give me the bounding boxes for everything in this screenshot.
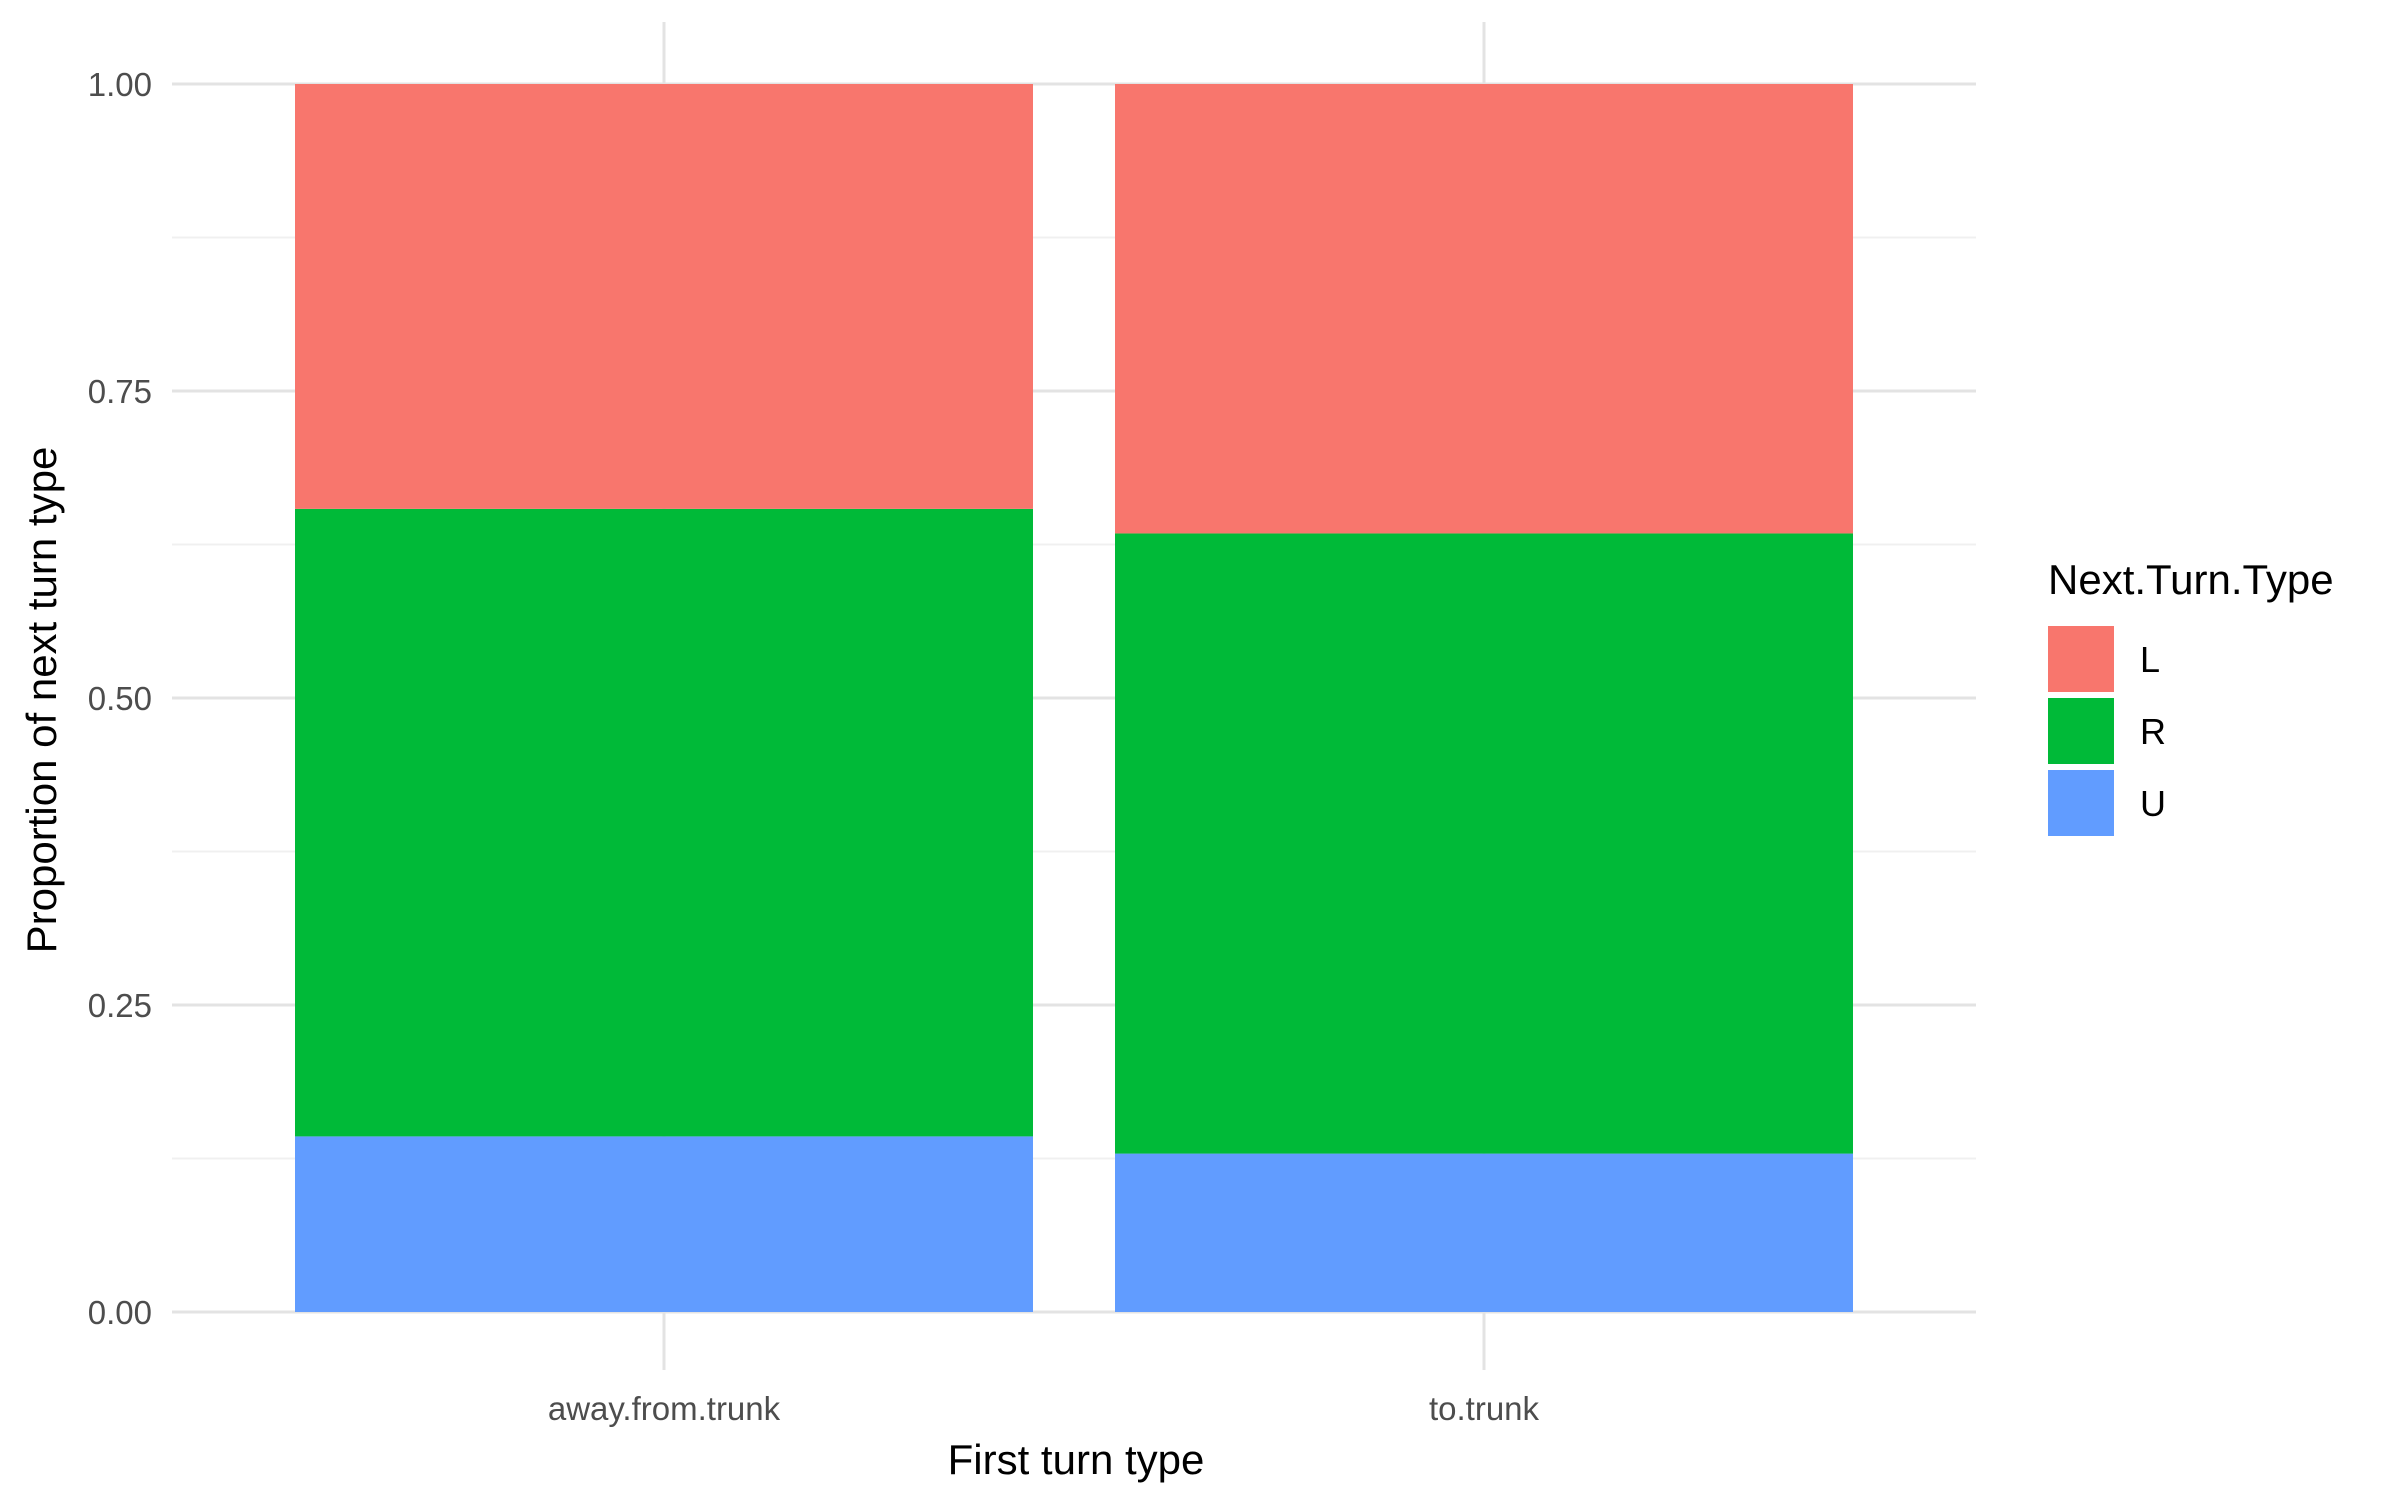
legend-items: LRU [2048,626,2166,836]
legend-key-U [2048,770,2114,836]
legend-title: Next.Turn.Type [2048,556,2334,603]
y-tick-label: 0.50 [88,680,152,717]
legend-label-U: U [2140,783,2166,824]
bar-U-away.from.trunk [295,1136,1033,1312]
y-tick-label: 0.75 [88,373,152,410]
stacked-bar-chart: 0.00 0.25 0.50 0.75 1.00 away.from.trunk to.t… [18,22,2334,1483]
x-tick-label: away.from.trunk [548,1390,781,1427]
bar-L-away.from.trunk [295,84,1033,509]
y-tick-label: 1.00 [88,66,152,103]
x-axis-title: First turn type [948,1436,1205,1483]
bar-U-to.trunk [1115,1153,1853,1312]
legend-key-L [2048,626,2114,692]
x-axis-ticks: away.from.trunk to.trunk [548,1390,1540,1427]
bar-L-to.trunk [1115,84,1853,534]
bar-R-to.trunk [1115,533,1853,1154]
legend: Next.Turn.Type LRU [2048,556,2334,836]
y-tick-label: 0.25 [88,987,152,1024]
bar-R-away.from.trunk [295,508,1033,1137]
legend-key-R [2048,698,2114,764]
legend-label-L: L [2140,639,2160,680]
legend-label-R: R [2140,711,2166,752]
y-axis-ticks: 0.00 0.25 0.50 0.75 1.00 [88,66,152,1331]
y-tick-label: 0.00 [88,1294,152,1331]
y-axis-title: Proportion of next turn type [18,447,65,954]
x-tick-label: to.trunk [1429,1390,1540,1427]
